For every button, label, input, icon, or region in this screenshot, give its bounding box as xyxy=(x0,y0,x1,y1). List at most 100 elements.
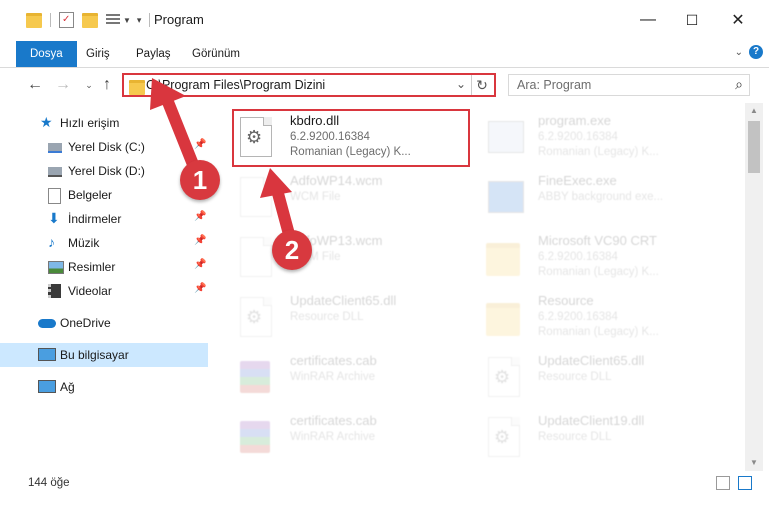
search-icon[interactable]: ⌕ xyxy=(735,76,743,93)
file-item[interactable]: Resource 6.2.9200.16384 Romanian (Legacy… xyxy=(484,289,734,345)
navigation-pane: ★ Hızlı erişim Yerel Disk (C:) 📌 Yerel D… xyxy=(0,103,210,471)
file-item[interactable]: Microsoft VC90 CRT 6.2.9200.16384 Romani… xyxy=(484,229,734,285)
pin-icon[interactable]: 📌 xyxy=(194,283,206,294)
file-item[interactable]: certificates.cab WinRAR Archive xyxy=(236,409,486,465)
documents-icon xyxy=(48,188,61,204)
chevron-down-icon[interactable]: ⌄ xyxy=(456,77,466,91)
title-bar: ✓ ▼ ▾ Program — ☐ ✕ xyxy=(0,0,769,40)
details-view-icon[interactable] xyxy=(716,476,730,490)
window-exe-icon xyxy=(484,175,524,219)
maximize-button[interactable]: ☐ xyxy=(672,8,712,32)
search-input[interactable]: Ara: Program ⌕ xyxy=(508,74,750,96)
sidebar-item-label: Müzik xyxy=(68,236,100,250)
status-bar: 144 öğe xyxy=(0,474,769,494)
drive-icon xyxy=(48,167,62,177)
tab-share[interactable]: Paylaş xyxy=(122,41,185,67)
separator xyxy=(50,13,51,27)
download-icon: ⬇ xyxy=(48,210,60,226)
file-name: UpdateClient65.dll xyxy=(290,293,397,308)
file-name: certificates.cab xyxy=(290,353,377,368)
large-icons-view-icon[interactable] xyxy=(738,476,752,490)
back-button[interactable]: ← xyxy=(24,75,46,95)
tab-view[interactable]: Görünüm xyxy=(178,41,254,67)
sidebar-item-videos[interactable]: Videolar 📌 xyxy=(0,279,208,303)
pin-icon[interactable]: 📌 xyxy=(194,211,206,222)
sidebar-item-this-pc[interactable]: Bu bilgisayar xyxy=(0,343,208,367)
properties-icon[interactable]: ✓ xyxy=(59,12,74,28)
address-bar[interactable]: C:\Program Files\Program Dizini ⌄ ↻ xyxy=(122,73,496,97)
file-description: Romanian (Legacy) K... xyxy=(538,146,659,158)
file-name: AdfoWP14.wcm xyxy=(290,173,383,188)
file-type: Resource DLL xyxy=(290,311,364,323)
vertical-scrollbar[interactable]: ▲ ▼ xyxy=(745,103,763,471)
star-icon: ★ xyxy=(40,114,53,130)
file-item[interactable]: FineExec.exe ABBY background exe... xyxy=(484,169,734,225)
file-item[interactable]: program.exe 6.2.9200.16384 Romanian (Leg… xyxy=(484,109,734,165)
file-name: Microsoft VC90 CRT xyxy=(538,233,657,248)
file-type: WCM File xyxy=(290,191,341,203)
forward-button[interactable]: → xyxy=(52,75,74,95)
pictures-icon xyxy=(48,261,64,274)
pin-icon[interactable]: 📌 xyxy=(194,259,206,270)
sidebar-item-label: OneDrive xyxy=(60,316,111,330)
sidebar-item-label: Videolar xyxy=(68,284,112,298)
up-button[interactable]: ↑ xyxy=(96,75,118,95)
sidebar-item-downloads[interactable]: ⬇ İndirmeler 📌 xyxy=(0,207,208,231)
file-name: FineExec.exe xyxy=(538,173,617,188)
file-name: UpdateClient19.dll xyxy=(538,413,645,428)
file-item[interactable]: certificates.cab WinRAR Archive xyxy=(236,349,486,405)
qat-dropdown-icon[interactable]: ▾ xyxy=(137,15,142,26)
item-count: 144 öğe xyxy=(28,477,70,489)
folder-icon[interactable] xyxy=(26,12,42,28)
navigation-bar: ← → ⌄ ↑ C:\Program Files\Program Dizini … xyxy=(0,68,769,102)
sidebar-item-onedrive[interactable]: OneDrive xyxy=(0,311,208,335)
folder-icon xyxy=(129,80,145,95)
separator xyxy=(149,13,151,27)
minimize-button[interactable]: — xyxy=(628,8,668,32)
file-type: ABBY background exe... xyxy=(538,191,664,203)
tab-home[interactable]: Giriş xyxy=(72,41,124,67)
sidebar-item-label: Resimler xyxy=(68,260,116,274)
close-button[interactable]: ✕ xyxy=(718,8,758,32)
file-type: WinRAR Archive xyxy=(290,371,375,383)
file-name: UpdateClient65.dll xyxy=(538,353,645,368)
pin-icon[interactable]: 📌 xyxy=(194,139,206,150)
file-name: Resource xyxy=(538,293,594,308)
refresh-icon[interactable]: ↻ xyxy=(471,75,492,95)
sidebar-item-music[interactable]: ♪ Müzik 📌 xyxy=(0,231,208,255)
file-item[interactable]: ⚙ UpdateClient65.dll Resource DLL xyxy=(236,289,486,345)
file-item[interactable]: ⚙ UpdateClient65.dll Resource DLL xyxy=(484,349,734,405)
sidebar-item-label: Belgeler xyxy=(68,188,113,202)
pin-icon[interactable]: 📌 xyxy=(194,235,206,246)
target-file-highlight xyxy=(232,109,470,167)
sidebar-item-network[interactable]: Ağ xyxy=(0,375,208,399)
sidebar-item-local-disk-d[interactable]: Yerel Disk (D:) xyxy=(0,159,208,183)
file-item[interactable]: AdfoWP14.wcm WCM File xyxy=(236,169,486,225)
videos-icon xyxy=(48,284,61,298)
ribbon-expand-icon[interactable]: ⌄ xyxy=(735,47,743,58)
customize-icon[interactable] xyxy=(106,14,120,26)
sidebar-item-quick-access[interactable]: ★ Hızlı erişim xyxy=(0,111,208,135)
drive-icon xyxy=(48,143,62,153)
file-type: Resource DLL xyxy=(538,371,612,383)
address-path[interactable]: C:\Program Files\Program Dizini xyxy=(146,78,325,92)
ribbon-tabs: Dosya Giriş Paylaş Görünüm ⌄ ? xyxy=(0,41,769,68)
help-icon[interactable]: ? xyxy=(749,45,763,59)
sidebar-item-label: Ağ xyxy=(60,380,75,394)
winrar-icon xyxy=(236,355,274,399)
sidebar-item-pictures[interactable]: Resimler 📌 xyxy=(0,255,208,279)
sidebar-item-documents[interactable]: Belgeler xyxy=(0,183,208,207)
scrollbar-thumb[interactable] xyxy=(748,121,760,173)
new-folder-icon[interactable] xyxy=(82,12,98,28)
tab-file[interactable]: Dosya xyxy=(16,41,77,67)
chevron-down-icon[interactable]: ▼ xyxy=(123,16,131,25)
computer-icon xyxy=(38,348,56,361)
dll-gear-icon: ⚙ xyxy=(484,355,522,399)
winrar-icon xyxy=(236,415,274,459)
sidebar-item-local-disk-c[interactable]: Yerel Disk (C:) 📌 xyxy=(0,135,208,159)
scroll-up-icon[interactable]: ▲ xyxy=(745,103,763,119)
scroll-down-icon[interactable]: ▼ xyxy=(745,455,763,471)
music-icon: ♪ xyxy=(48,234,55,250)
file-item[interactable]: ⚙ UpdateClient19.dll Resource DLL xyxy=(484,409,734,465)
network-icon xyxy=(38,380,56,393)
